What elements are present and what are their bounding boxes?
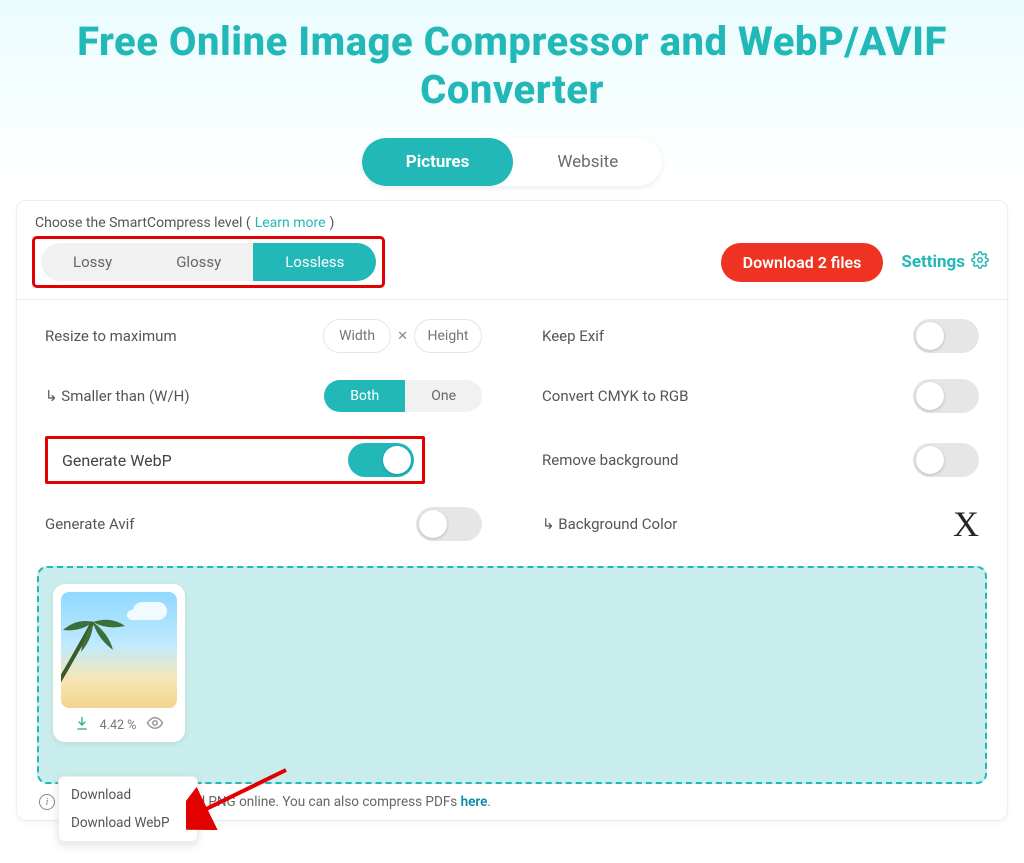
mode-website-button[interactable]: Website (513, 138, 662, 186)
footer-dot: . (487, 794, 491, 810)
keep-exif-row: Keep Exif (542, 316, 979, 356)
generate-avif-row: Generate Avif (45, 504, 482, 544)
learn-more-link[interactable]: Learn more (255, 215, 326, 231)
settings-toggle[interactable]: Settings (901, 251, 989, 274)
level-lossless-button[interactable]: Lossless (253, 243, 376, 281)
footer-pdf-link[interactable]: here (461, 794, 488, 810)
convert-cmyk-label: Convert CMYK to RGB (542, 387, 688, 405)
main-card: Choose the SmartCompress level ( Learn m… (16, 200, 1008, 821)
page-title: Free Online Image Compressor and WebP/AV… (0, 0, 1024, 118)
cloud-decoration (133, 602, 167, 620)
settings-panel: Resize to maximum ✕ Keep Exif ↳ Smaller … (35, 310, 989, 558)
highlight-generate-webp: Generate WebP (45, 436, 425, 484)
gear-icon (971, 251, 989, 274)
thumbnail-meta: 4.42 % (74, 714, 165, 736)
smaller-than-row: ↳ Smaller than (W/H) Both One (45, 376, 482, 416)
menu-download[interactable]: Download (59, 781, 197, 809)
smaller-one-button[interactable]: One (405, 380, 482, 412)
keep-exif-label: Keep Exif (542, 327, 604, 345)
generate-webp-toggle[interactable] (348, 443, 414, 477)
level-glossy-button[interactable]: Glossy (144, 243, 253, 281)
thumbnail-image[interactable] (61, 592, 177, 708)
smaller-than-group: Both One (324, 380, 482, 412)
bg-color-label: ↳ Background Color (542, 515, 677, 533)
dimension-separator: ✕ (397, 329, 408, 344)
height-input[interactable] (414, 319, 482, 353)
info-icon: i (39, 794, 55, 810)
settings-label: Settings (901, 252, 965, 272)
menu-download-webp[interactable]: Download WebP (59, 809, 197, 837)
compression-level-group: Lossy Glossy Lossless (41, 243, 376, 281)
generate-avif-label: Generate Avif (45, 515, 135, 533)
convert-cmyk-toggle[interactable] (913, 379, 979, 413)
download-menu: Download Download WebP (58, 776, 198, 842)
preview-icon[interactable] (146, 714, 164, 736)
compress-level-text-end: ) (330, 215, 335, 231)
palm-decoration (61, 616, 133, 686)
smaller-both-button[interactable]: Both (324, 380, 405, 412)
header-actions: Download 2 files Settings (721, 243, 989, 282)
results-drop-area[interactable]: 4.42 % (37, 566, 987, 784)
separator (17, 299, 1007, 300)
convert-cmyk-row: Convert CMYK to RGB (542, 376, 979, 416)
result-thumbnail: 4.42 % (53, 584, 185, 742)
resize-label: Resize to maximum (45, 327, 177, 345)
mode-pictures-button[interactable]: Pictures (362, 138, 514, 186)
mode-switch: Pictures Website (362, 138, 662, 186)
remove-bg-toggle[interactable] (913, 443, 979, 477)
download-all-button[interactable]: Download 2 files (721, 243, 884, 282)
bg-color-none-icon[interactable]: X (953, 506, 979, 542)
generate-avif-toggle[interactable] (416, 507, 482, 541)
download-icon[interactable] (74, 715, 90, 735)
compression-percent: 4.42 % (100, 718, 137, 733)
bg-color-row: ↳ Background Color X (542, 504, 979, 544)
compress-level-text: Choose the SmartCompress level ( (35, 215, 251, 231)
remove-bg-row: Remove background (542, 436, 979, 484)
resize-row: Resize to maximum ✕ (45, 316, 482, 356)
compress-level-prompt: Choose the SmartCompress level ( Learn m… (35, 215, 989, 231)
width-input[interactable] (323, 319, 391, 353)
highlight-compression-level: Lossy Glossy Lossless (35, 239, 382, 285)
remove-bg-label: Remove background (542, 451, 678, 469)
keep-exif-toggle[interactable] (913, 319, 979, 353)
smaller-than-label: ↳ Smaller than (W/H) (45, 387, 190, 405)
level-lossy-button[interactable]: Lossy (41, 243, 144, 281)
generate-webp-label: Generate WebP (62, 451, 172, 470)
